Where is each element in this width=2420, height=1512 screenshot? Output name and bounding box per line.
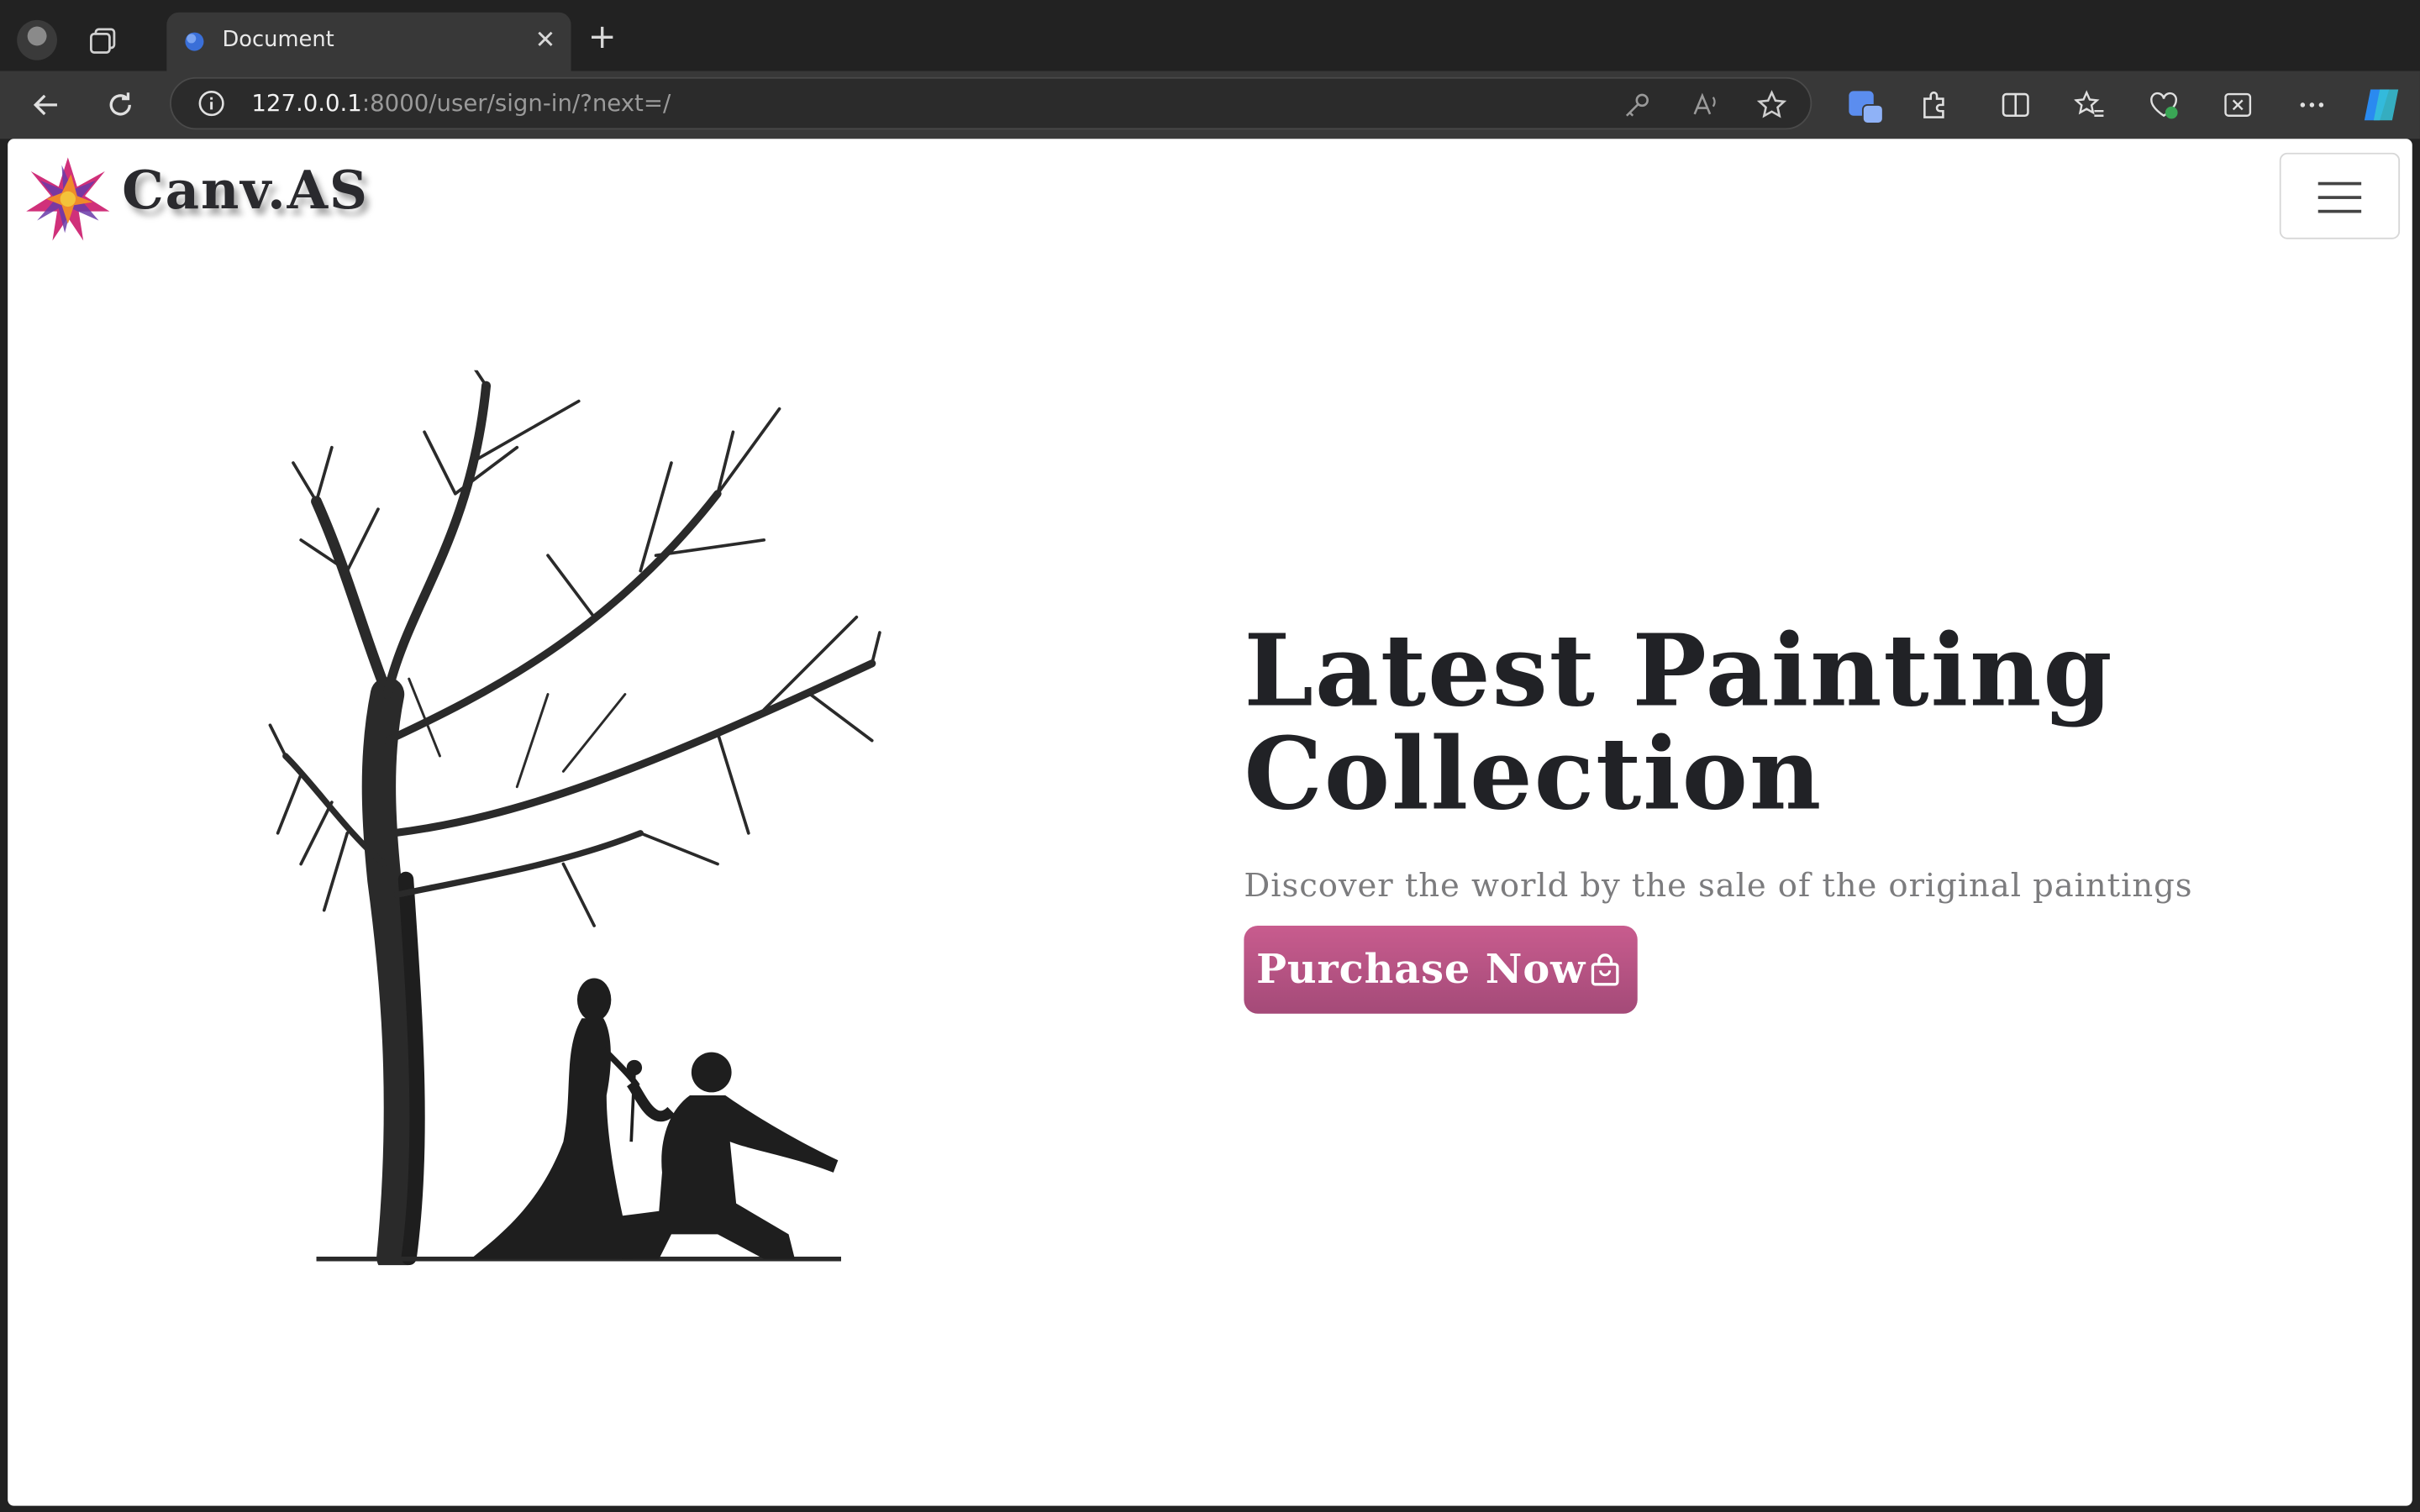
back-icon[interactable] bbox=[31, 90, 62, 121]
more-options-icon[interactable] bbox=[2296, 90, 2328, 121]
purchase-now-label: Purchase Now bbox=[1256, 946, 1586, 993]
browser-toolbar: 127.0.0.1:8000/user/sign-in/?next=/ bbox=[0, 71, 2420, 139]
favorites-icon[interactable] bbox=[2074, 90, 2106, 121]
shopping-bag-icon bbox=[1591, 953, 1620, 985]
screenshot-icon[interactable] bbox=[2223, 90, 2254, 121]
site-favicon-icon bbox=[185, 32, 204, 51]
reload-icon[interactable] bbox=[105, 90, 136, 121]
browser-essentials-icon[interactable] bbox=[2149, 90, 2180, 121]
hero-section: Latest Painting Collection Discover the … bbox=[1244, 620, 2354, 1014]
menu-bar-icon bbox=[2317, 196, 2362, 199]
tab-title: Document bbox=[222, 28, 334, 53]
brand-logo-icon[interactable] bbox=[24, 155, 113, 244]
hero-title-line-2: Collection bbox=[1244, 717, 1823, 833]
navbar-toggle-button[interactable] bbox=[2279, 152, 2401, 239]
read-aloud-icon[interactable] bbox=[1690, 90, 1721, 121]
tab-actions-icon[interactable] bbox=[88, 24, 119, 55]
extensions-puzzle-icon[interactable] bbox=[1918, 90, 1949, 121]
browser-tab-active[interactable]: Document ✕ bbox=[166, 12, 571, 71]
url-path: :8000/user/sign-in/?next=/ bbox=[361, 89, 671, 118]
site-info-icon[interactable] bbox=[197, 90, 225, 118]
extension-app-icon[interactable] bbox=[1848, 88, 1885, 125]
menu-bar-icon bbox=[2317, 181, 2362, 186]
browser-tab-bar: Document ✕ + bbox=[0, 0, 2420, 71]
hero-title: Latest Painting Collection bbox=[1244, 620, 2354, 827]
split-screen-icon[interactable] bbox=[2000, 90, 2031, 121]
new-tab-button[interactable]: + bbox=[588, 21, 617, 55]
hero-illustration bbox=[268, 370, 881, 1266]
address-bar[interactable]: 127.0.0.1:8000/user/sign-in/?next=/ bbox=[170, 76, 1812, 130]
key-icon[interactable] bbox=[1622, 90, 1653, 121]
url-text[interactable]: 127.0.0.1:8000/user/sign-in/?next=/ bbox=[251, 90, 671, 118]
hero-subtitle: Discover the world by the sale of the or… bbox=[1244, 867, 2193, 905]
purchase-now-button[interactable]: Purchase Now bbox=[1244, 926, 1639, 1014]
favorite-star-icon[interactable] bbox=[1756, 90, 1787, 121]
menu-bar-icon bbox=[2317, 209, 2362, 213]
profile-avatar[interactable] bbox=[17, 19, 57, 60]
page-viewport: Canv.AS Latest Painting Collection Disco… bbox=[8, 139, 2412, 1506]
brand-name[interactable]: Canv.AS bbox=[122, 160, 369, 222]
url-host: 127.0.0.1 bbox=[251, 89, 362, 118]
hero-title-line-1: Latest Painting bbox=[1244, 614, 2114, 730]
tab-close-button[interactable]: ✕ bbox=[535, 24, 556, 55]
copilot-icon[interactable] bbox=[2361, 85, 2404, 125]
